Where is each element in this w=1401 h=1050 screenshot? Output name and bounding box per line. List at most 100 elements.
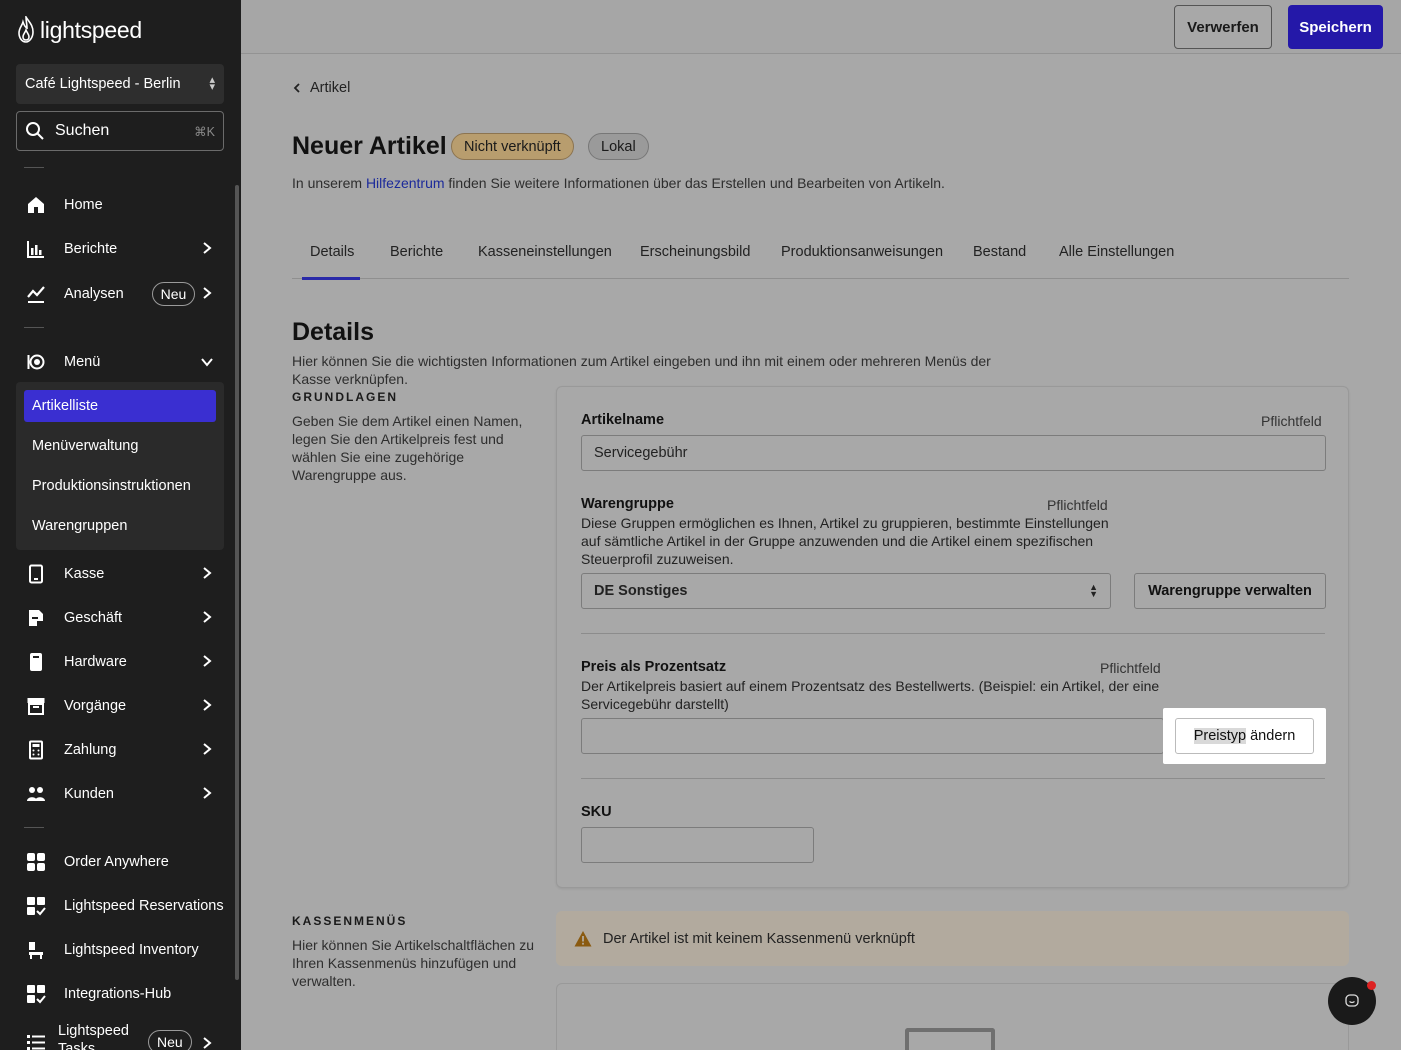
- search-icon: [26, 122, 44, 140]
- main-content: Artikel Neuer Artikel Nicht verknüpft Lo…: [241, 54, 1401, 1050]
- sku-input[interactable]: [581, 827, 814, 863]
- price-description: Der Artikelpreis basiert auf einem Proze…: [581, 678, 1160, 712]
- sidebar-item-zahlung[interactable]: Zahlung: [16, 730, 224, 770]
- sidebar: lightspeed Café Lightspeed - Berlin ▴ ▾ S…: [0, 0, 241, 1050]
- sidebar-item-label: Vorgänge: [64, 698, 127, 714]
- chevron-down-icon: [201, 358, 213, 367]
- grid-check-icon: [26, 984, 46, 1004]
- menu-dish-icon: [26, 352, 46, 372]
- lightspeed-logo[interactable]: lightspeed: [16, 16, 142, 44]
- discard-button[interactable]: Verwerfen: [1174, 5, 1272, 49]
- sidebar-item-geschaeft[interactable]: Geschäft: [16, 598, 224, 638]
- sidebar-item-label: Berichte: [64, 241, 118, 257]
- product-group-description: Diese Gruppen ermöglichen es Ihnen, Arti…: [581, 515, 1109, 567]
- chevron-updown-icon: ▴ ▾: [209, 74, 215, 93]
- sidebar-item-analysen[interactable]: Analysen Neu: [16, 274, 224, 314]
- register-menus-heading: KASSENMENÜS: [292, 914, 408, 928]
- item-name-input[interactable]: Servicegebühr: [581, 435, 1326, 471]
- item-name-label: Artikelname: [581, 412, 665, 428]
- sidebar-scrollbar[interactable]: [235, 185, 239, 980]
- sidebar-divider: [24, 167, 44, 168]
- archive-icon: [26, 696, 46, 716]
- product-group-select[interactable]: DE Sonstiges ▲ ▼: [581, 573, 1111, 609]
- chevron-right-icon: [203, 242, 212, 254]
- tab-details[interactable]: Details: [301, 244, 361, 280]
- submenu-item-warengruppen[interactable]: Warengruppen: [24, 510, 216, 542]
- submenu-item-produktionsinstruktionen[interactable]: Produktionsinstruktionen: [24, 470, 216, 502]
- grid-icon: [26, 852, 46, 872]
- new-badge: Neu: [151, 282, 196, 306]
- inventory-icon: [26, 940, 46, 960]
- search-label: Suchen: [55, 122, 110, 139]
- basics-card: Artikelname Pflichtfeld Servicegebühr Wa…: [556, 386, 1349, 888]
- sidebar-item-hardware[interactable]: Hardware: [16, 642, 224, 682]
- sidebar-item-label: Lightspeed Reservations: [64, 898, 224, 914]
- sidebar-item-kasse[interactable]: Kasse: [16, 554, 224, 594]
- breadcrumb[interactable]: Artikel: [293, 80, 350, 96]
- notification-dot: [1367, 981, 1376, 990]
- sidebar-item-label: Lightspeed Tasks: [58, 1023, 129, 1050]
- change-price-type-selected-text: Preistyp: [1193, 728, 1247, 744]
- sidebar-item-lightspeed-inventory[interactable]: Lightspeed Inventory: [16, 930, 224, 970]
- sidebar-divider: [24, 327, 44, 328]
- tab-berichte[interactable]: Berichte: [390, 244, 443, 279]
- chevron-right-icon: [203, 287, 212, 299]
- help-text-suffix: finden Sie weitere Informationen über da…: [444, 175, 945, 191]
- basics-heading: GRUNDLAGEN: [292, 390, 398, 404]
- sidebar-item-label: Home: [64, 197, 103, 213]
- tab-kasseneinstellungen[interactable]: Kasseneinstellungen: [478, 244, 612, 279]
- help-center-link[interactable]: Hilfezentrum: [366, 175, 445, 191]
- chevron-right-icon: [203, 567, 212, 579]
- sidebar-item-menu[interactable]: Menü: [16, 342, 224, 382]
- search-button[interactable]: Suchen ⌘K: [16, 111, 224, 151]
- product-group-label: Warengruppe: [581, 496, 674, 512]
- sidebar-item-lightspeed-reservations[interactable]: Lightspeed Reservations: [16, 886, 224, 926]
- sidebar-item-berichte[interactable]: Berichte: [16, 229, 224, 269]
- brand-name: lightspeed: [40, 16, 142, 43]
- price-percentage-input[interactable]: [581, 718, 1164, 754]
- price-label: Preis als Prozentsatz: [581, 659, 727, 675]
- sidebar-item-lightspeed-tasks[interactable]: Lightspeed Tasks Neu: [16, 1022, 224, 1050]
- change-price-type-button[interactable]: Preistyp ändern: [1175, 718, 1314, 754]
- sidebar-item-kunden[interactable]: Kunden: [16, 774, 224, 814]
- sku-label: SKU: [581, 804, 612, 820]
- required-label: Pflichtfeld: [1100, 660, 1161, 676]
- list-icon: [26, 1032, 46, 1050]
- flame-icon: [18, 16, 34, 43]
- save-button[interactable]: Speichern: [1288, 5, 1383, 49]
- tab-bestand[interactable]: Bestand: [973, 244, 1026, 279]
- tab-produktionsanweisungen[interactable]: Produktionsanweisungen: [781, 244, 943, 279]
- sidebar-item-vorgaenge[interactable]: Vorgänge: [16, 686, 224, 726]
- sidebar-item-home[interactable]: Home: [16, 185, 224, 225]
- submenu-item-artikelliste[interactable]: Artikelliste: [24, 390, 216, 422]
- required-label: Pflichtfeld: [1261, 413, 1322, 429]
- bar-chart-icon: [26, 239, 46, 259]
- required-label: Pflichtfeld: [1047, 497, 1108, 513]
- store-selector[interactable]: Café Lightspeed - Berlin ▴ ▾: [16, 64, 224, 104]
- tablet-icon: [26, 564, 46, 584]
- sidebar-item-label: Kasse: [64, 566, 105, 582]
- new-badge: Neu: [148, 1030, 192, 1050]
- tab-alle-einstellungen[interactable]: Alle Einstellungen: [1059, 244, 1174, 279]
- sidebar-item-label: Menü: [64, 354, 101, 370]
- menu-submenu: Artikelliste Menüverwaltung Produktionsi…: [16, 382, 224, 550]
- divider: [581, 633, 1325, 634]
- tab-erscheinungsbild[interactable]: Erscheinungsbild: [640, 244, 750, 279]
- sidebar-item-integrations-hub[interactable]: Integrations-Hub: [16, 974, 224, 1014]
- change-price-type-rest: ändern: [1246, 728, 1296, 744]
- grid-check-icon: [26, 896, 46, 916]
- sidebar-item-order-anywhere[interactable]: Order Anywhere: [16, 842, 224, 882]
- warning-banner: Der Artikel ist mit keinem Kassenmenü ve…: [556, 911, 1349, 966]
- sidebar-item-label: Hardware: [64, 654, 127, 670]
- chevron-right-icon: [203, 787, 212, 799]
- submenu-item-menueverwaltung[interactable]: Menüverwaltung: [24, 430, 216, 462]
- section-title: Details: [292, 318, 374, 346]
- divider: [581, 778, 1325, 779]
- chevron-updown-icon: ▲ ▼: [1089, 582, 1098, 599]
- section-description: Hier können Sie die wichtigsten Informat…: [292, 353, 991, 387]
- sidebar-item-label: Analysen: [64, 286, 124, 302]
- home-icon: [26, 195, 46, 215]
- sidebar-item-label: Lightspeed Inventory: [64, 942, 199, 958]
- register-menus-card: [556, 983, 1349, 1050]
- manage-product-group-button[interactable]: Warengruppe verwalten: [1134, 573, 1326, 609]
